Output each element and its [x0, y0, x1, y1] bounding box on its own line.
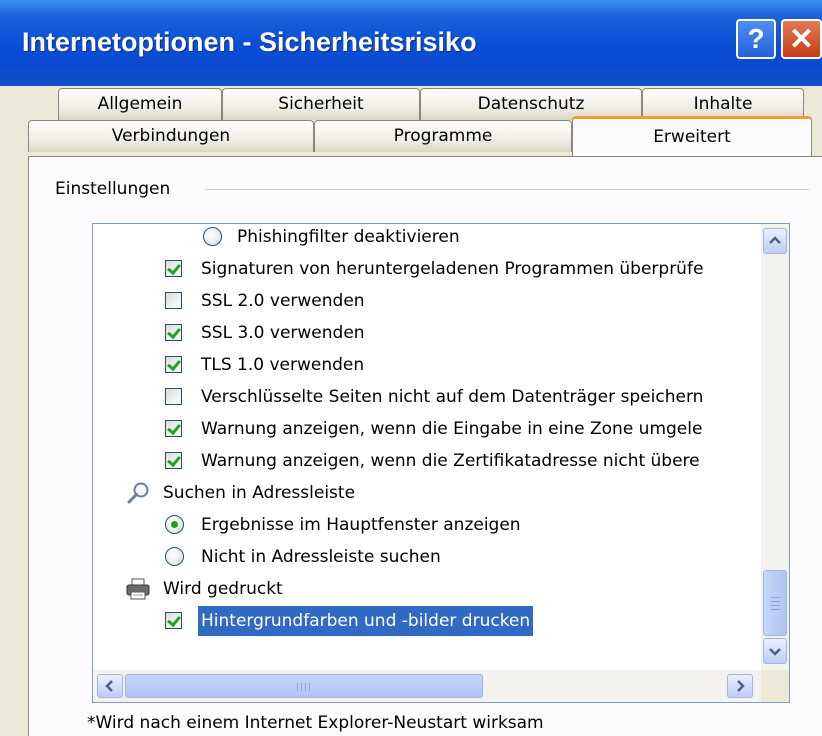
tab-strip: Allgemein Sicherheit Datenschutz Inhalte…	[0, 86, 822, 156]
restart-footnote: *Wird nach einem Internet Explorer-Neust…	[87, 713, 544, 733]
list-item-label: Warnung anzeigen, wenn die Eingabe in ei…	[201, 419, 703, 439]
tab-allgemein[interactable]: Allgemein	[58, 88, 222, 120]
scrollbar-corner	[761, 670, 789, 702]
list-item-label: Warnung anzeigen, wenn die Zertifikatadr…	[201, 451, 700, 471]
close-button[interactable]: ✕	[781, 19, 822, 59]
list-item-label: Verschlüsselte Seiten nicht auf dem Date…	[201, 387, 704, 407]
checkbox-verify-signatures[interactable]	[165, 260, 182, 277]
checkbox-warn-cert-mismatch[interactable]	[165, 452, 182, 469]
list-item-label: Phishingfilter deaktivieren	[237, 227, 460, 247]
vertical-scrollbar[interactable]	[761, 224, 789, 670]
tab-panel-erweitert: Einstellungen Phishingfilter deaktiviere…	[28, 156, 822, 736]
settings-listbox[interactable]: Phishingfilter deaktivieren Signaturen v…	[92, 223, 790, 703]
scroll-right-button[interactable]	[727, 674, 753, 698]
list-item-label: Wird gedruckt	[163, 579, 283, 599]
scroll-left-button[interactable]	[97, 674, 123, 698]
window-title: Internetoptionen - Sicherheitsrisiko	[22, 27, 477, 57]
radio-results-main-window[interactable]	[165, 515, 184, 534]
checkbox-ssl3[interactable]	[165, 324, 182, 341]
scroll-up-button[interactable]	[763, 228, 787, 254]
checkbox-tls10[interactable]	[165, 356, 182, 373]
checkbox-warn-zone-redirect[interactable]	[165, 420, 182, 437]
list-item-label: SSL 3.0 verwenden	[201, 323, 365, 343]
checkbox-ssl2[interactable]	[165, 292, 182, 309]
checkbox-no-save-encrypted[interactable]	[165, 388, 182, 405]
list-item-label: Ergebnisse im Hauptfenster anzeigen	[201, 515, 521, 535]
tab-sicherheit[interactable]: Sicherheit	[222, 88, 420, 120]
scroll-down-button[interactable]	[763, 638, 787, 664]
list-item-label: TLS 1.0 verwenden	[201, 355, 365, 375]
list-item-label: Nicht in Adressleiste suchen	[201, 547, 441, 567]
list-item-label: Suchen in Adressleiste	[163, 483, 356, 503]
radio-no-address-search[interactable]	[165, 547, 184, 566]
phishing-disable-radio[interactable]	[203, 227, 222, 246]
list-item-label: Signaturen von heruntergeladenen Program…	[201, 259, 704, 279]
settings-list: Phishingfilter deaktivieren Signaturen v…	[93, 224, 773, 670]
chevron-right-icon	[737, 680, 745, 692]
group-divider	[205, 189, 809, 190]
settings-group-label: Einstellungen	[55, 179, 171, 199]
tab-erweitert[interactable]: Erweitert	[572, 116, 812, 156]
chevron-down-icon	[769, 648, 781, 656]
title-bar: Internetoptionen - Sicherheitsrisiko ? ✕	[0, 0, 822, 86]
chevron-up-icon	[769, 236, 781, 244]
printer-icon	[126, 578, 150, 600]
list-item-label: Hintergrundfarben und -bilder drucken	[198, 606, 534, 636]
magnifier-icon	[127, 482, 149, 504]
vertical-scroll-thumb[interactable]	[763, 570, 787, 636]
tab-verbindungen[interactable]: Verbindungen	[28, 120, 314, 152]
horizontal-scrollbar[interactable]	[93, 670, 789, 702]
list-item-label: SSL 2.0 verwenden	[201, 291, 365, 311]
checkbox-print-backgrounds[interactable]	[165, 612, 182, 629]
chevron-left-icon	[105, 680, 113, 692]
tab-programme[interactable]: Programme	[314, 120, 572, 152]
horizontal-scroll-thumb[interactable]	[125, 674, 483, 698]
help-button[interactable]: ?	[736, 19, 776, 59]
